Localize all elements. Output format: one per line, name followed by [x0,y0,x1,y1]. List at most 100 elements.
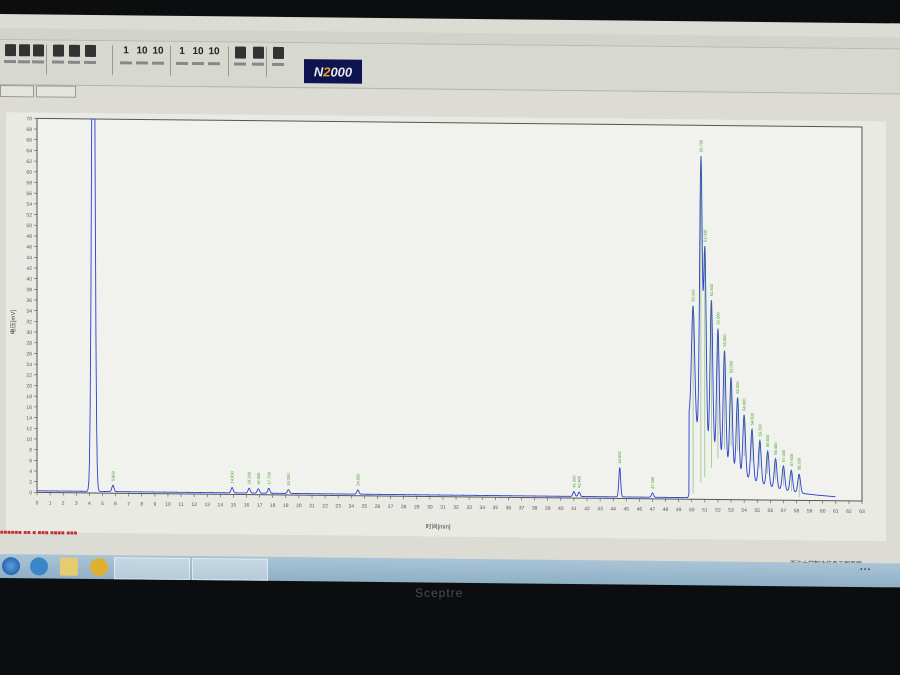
toolbar-button-13[interactable] [250,46,266,75]
x-tick-label: 39 [545,506,551,512]
toolbar: 1 10 10 1 10 10 [0,40,900,95]
x-tick-label: 30 [427,504,433,510]
x-tick-label: 26 [375,504,381,510]
peak-label: 57.000 [781,449,786,462]
x-tick-label: 22 [322,503,328,509]
browser-icon[interactable] [30,557,48,576]
toolbar-button-9[interactable]: 1 [174,46,190,74]
peak-label: 51.500 [709,283,714,296]
y-tick-label: 6 [29,458,32,464]
y-tick-label: 64 [26,148,32,154]
tab-2[interactable] [36,85,76,98]
peak-label: 16.200 [247,471,252,484]
y-axis-label: 电压[mV] [9,310,17,335]
toolbar-button-5[interactable] [82,44,98,73]
folder-icon[interactable] [60,557,78,576]
peak-label: 52.500 [722,334,727,347]
toolbar-icon: 1 [123,45,129,57]
peak-label: 55.800 [765,434,770,447]
x-tick-label: 47 [650,507,656,513]
y-tick-label: 38 [26,287,32,293]
toolbar-icon [52,44,64,57]
peak-label: 56.400 [773,442,778,455]
toolbar-button-7[interactable]: 10 [134,45,150,73]
toolbar-icon [4,44,16,57]
peak-label: 50.700 [698,139,703,152]
x-tick-label: 63 [859,509,865,515]
x-tick-label: 11 [178,502,183,508]
y-tick-label: 10 [26,437,32,443]
x-tick-label: 54 [741,508,747,514]
x-tick-label: 61 [833,509,839,515]
toolbar-icon [84,44,96,58]
x-tick-label: 40 [558,506,564,512]
y-tick-label: 8 [29,448,32,454]
y-tick-label: 56 [26,191,32,197]
peak-label: 54.600 [750,412,755,425]
x-tick-label: 25 [362,504,368,510]
y-tick-label: 30 [26,330,32,336]
peak-label: 50.100 [691,289,696,302]
toolbar-icon: 10 [208,46,220,58]
toolbar-button-3[interactable] [50,44,66,73]
x-tick-label: 45 [624,507,630,513]
toolbar-separator [46,44,47,75]
y-tick-label: 34 [26,309,32,315]
toolbar-button-6[interactable]: 1 [118,45,134,73]
toolbar-label [152,61,164,65]
x-tick-label: 17 [257,503,263,509]
x-tick-label: 48 [663,507,669,513]
y-tick-label: 52 [26,212,32,218]
toolbar-icon: 10 [192,46,204,58]
x-tick-label: 10 [165,502,171,508]
y-tick-label: 0 [29,490,32,496]
peak-label: 54.000 [742,398,747,411]
toolbar-button-4[interactable] [66,44,82,73]
tab-strip [0,85,76,98]
x-tick-label: 15 [231,502,237,508]
toolbar-button-2[interactable] [30,44,46,72]
x-tick-label: 62 [846,509,852,515]
x-tick-label: 34 [479,505,485,511]
tab-1[interactable] [0,85,34,98]
x-tick-label: 36 [506,505,512,511]
toolbar-label [234,62,246,66]
y-tick-label: 36 [26,298,32,304]
x-tick-label: 49 [676,507,682,513]
peak-label: 55.200 [757,423,762,436]
toolbar-button-8[interactable]: 10 [150,46,166,74]
toolbar-button-11[interactable]: 10 [206,46,222,74]
media-player-icon[interactable] [90,557,108,577]
x-tick-label: 27 [388,504,394,510]
toolbar-label [32,60,44,64]
x-tick-label: 55 [754,508,760,514]
y-tick-label: 28 [26,341,32,347]
start-button[interactable] [2,557,20,576]
taskbar-app-2[interactable] [192,558,268,581]
y-tick-label: 58 [26,180,32,186]
x-tick-label: 46 [637,507,643,513]
peak-label: 14.900 [230,470,235,483]
toolbar-button-14[interactable] [270,46,286,75]
y-tick-label: 24 [26,362,32,368]
peak-label: 47.000 [650,476,655,489]
x-tick-label: 33 [466,505,472,511]
toolbar-icon [272,46,284,59]
toolbar-icon [68,44,80,57]
y-tick-label: 22 [26,373,32,379]
x-tick-label: 7 [127,501,130,507]
x-tick-label: 13 [204,502,210,508]
toolbar-button-10[interactable]: 10 [190,46,206,74]
x-tick-label: 18 [270,503,276,509]
taskbar-app-1[interactable] [114,557,190,580]
x-tick-label: 23 [335,504,341,510]
peak-label: 41.400 [577,475,582,488]
x-tick-label: 59 [807,508,813,514]
toolbar-button-12[interactable] [232,46,248,74]
system-tray: ▪ ▪ ▪ [860,567,870,574]
toolbar-separator [170,45,171,76]
x-tick-label: 44 [610,506,616,512]
x-tick-label: 60 [820,509,826,515]
x-tick-label: 20 [296,503,302,509]
toolbar-separator [112,45,113,76]
